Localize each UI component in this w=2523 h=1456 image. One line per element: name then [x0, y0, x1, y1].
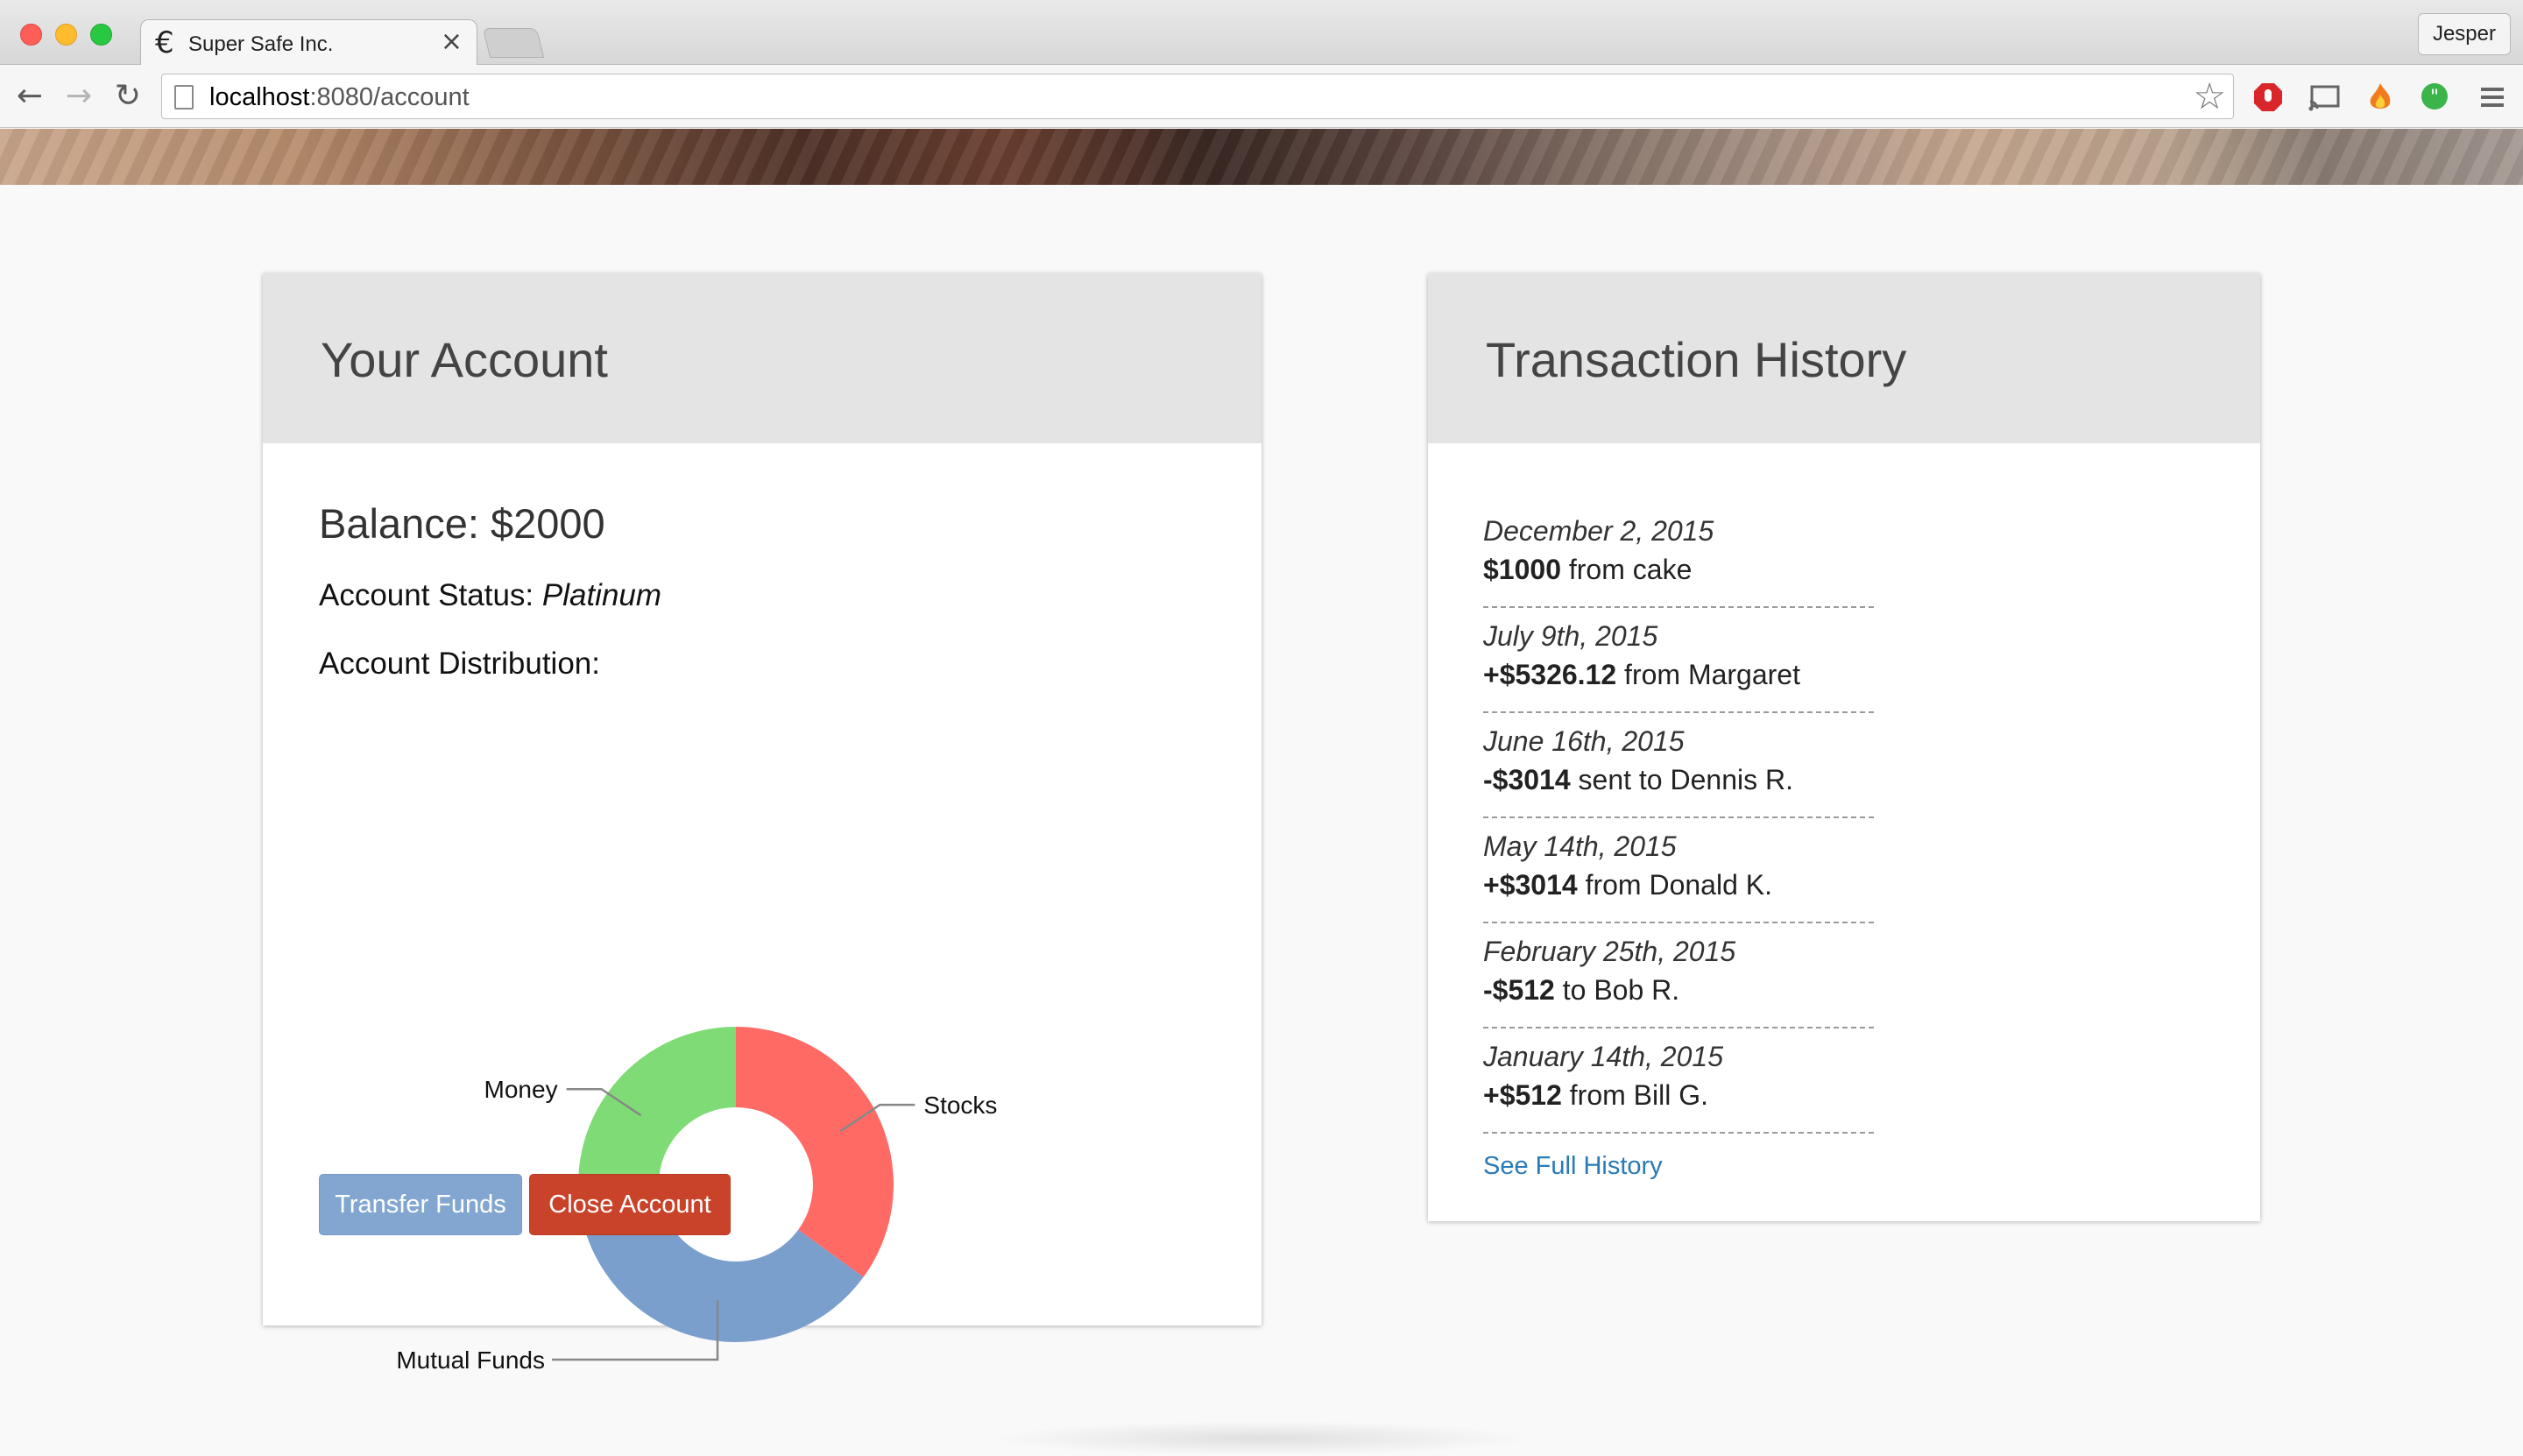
transaction-item: June 16th, 2015 -$3014 sent to Dennis R. [1483, 713, 1874, 818]
transaction-description: +$512 from Bill G. [1483, 1079, 1708, 1112]
address-bar[interactable]: localhost:8080/account ☆ [161, 74, 2234, 119]
donut-label: Money [484, 1076, 558, 1103]
balance-text: Balance: $2000 [319, 500, 605, 547]
browser-toolbar: ← → ↻ localhost:8080/account ☆ " [0, 65, 2523, 128]
back-arrow-icon[interactable]: ← [11, 77, 49, 116]
transaction-amount: +$512 [1483, 1079, 1562, 1111]
browser-tab[interactable]: € Super Safe Inc. × [140, 19, 477, 67]
maximize-window-button[interactable] [90, 24, 112, 46]
tab-title: Super Safe Inc. [188, 32, 334, 56]
status-value: Platinum [541, 578, 662, 612]
browser-titlebar: € Super Safe Inc. × Jesper [0, 0, 2523, 67]
transaction-date: June 16th, 2015 [1483, 725, 1685, 757]
close-account-button[interactable]: Close Account [529, 1174, 731, 1235]
transaction-text: from cake [1560, 554, 1693, 585]
history-card-header: Transaction History [1428, 273, 2260, 443]
transaction-amount: +$3014 [1483, 869, 1578, 901]
close-window-button[interactable] [20, 24, 42, 46]
transaction-date: May 14th, 2015 [1483, 830, 1677, 862]
footer-shadow [990, 1421, 1533, 1456]
donut-slice-stocks [736, 1027, 894, 1277]
donut-label: Stocks [923, 1092, 997, 1119]
transaction-item: February 25th, 2015 -$512 to Bob R. [1483, 923, 1874, 1028]
history-card: Transaction History December 2, 2015 $10… [1428, 273, 2260, 1221]
page-icon [174, 85, 194, 110]
transaction-item: January 14th, 2015 +$512 from Bill G. [1483, 1028, 1874, 1134]
url-host: localhost [209, 83, 310, 111]
transaction-item: May 14th, 2015 +$3014 from Donald K. [1483, 818, 1874, 923]
donut-label: Mutual Funds [396, 1346, 545, 1374]
transaction-description: +$3014 from Donald K. [1483, 869, 1772, 901]
svg-text:": " [2430, 87, 2439, 109]
status-label: Account Status: [319, 578, 542, 612]
adblock-extension-icon[interactable] [2251, 81, 2285, 114]
transaction-description: -$512 to Bob R. [1483, 974, 1679, 1007]
transaction-description: +$5326.12 from Margaret [1483, 659, 1800, 691]
see-full-history-link[interactable]: See Full History [1483, 1152, 1663, 1181]
url-text: localhost:8080/account [209, 83, 470, 112]
transaction-date: February 25th, 2015 [1483, 936, 1736, 967]
evernote-extension-icon[interactable]: " [2418, 81, 2451, 114]
distribution-label: Account Distribution: [319, 647, 600, 681]
transaction-amount: -$512 [1483, 974, 1555, 1006]
new-tab-button[interactable] [482, 28, 545, 58]
account-status: Account Status: Platinum [319, 578, 661, 613]
distribution-donut-chart: Stocks Mutual Funds Money [396, 1027, 997, 1374]
transaction-amount: -$3014 [1483, 764, 1571, 795]
transaction-item: December 2, 2015 $1000 from cake [1483, 503, 1874, 608]
transaction-date: July 9th, 2015 [1483, 620, 1658, 652]
transaction-list: December 2, 2015 $1000 from cake July 9t… [1483, 503, 1874, 1134]
url-path: :8080/account [309, 83, 470, 111]
transfer-funds-button[interactable]: Transfer Funds [319, 1174, 522, 1235]
transaction-description: $1000 from cake [1483, 554, 1692, 586]
transaction-date: December 2, 2015 [1483, 515, 1714, 547]
transaction-text: from Margaret [1616, 659, 1800, 690]
transaction-description: -$3014 sent to Dennis R. [1483, 764, 1793, 796]
transaction-amount: $1000 [1483, 554, 1561, 585]
menu-icon[interactable] [2476, 81, 2509, 114]
transaction-item: July 9th, 2015 +$5326.12 from Margaret [1483, 608, 1874, 713]
cast-icon[interactable] [2307, 81, 2341, 114]
transaction-text: from Bill G. [1561, 1079, 1708, 1111]
flame-extension-icon[interactable] [2364, 81, 2397, 114]
account-card-header: Your Account [263, 273, 1262, 443]
reload-icon[interactable]: ↻ [109, 77, 147, 116]
transaction-amount: +$5326.12 [1483, 659, 1617, 690]
account-card: Your Account Balance: $2000 Account Stat… [263, 273, 1262, 1374]
account-title: Your Account [321, 332, 608, 387]
minimize-window-button[interactable] [55, 24, 77, 46]
history-title: Transaction History [1486, 332, 1907, 387]
profile-button[interactable]: Jesper [2417, 13, 2511, 55]
euro-icon: € [155, 25, 174, 60]
hero-image [0, 129, 2523, 185]
transaction-text: from Donald K. [1577, 869, 1772, 901]
transaction-date: January 14th, 2015 [1483, 1041, 1723, 1072]
bookmark-star-icon[interactable]: ☆ [2193, 76, 2226, 117]
forward-arrow-icon[interactable]: → [60, 77, 98, 116]
transaction-text: to Bob R. [1554, 974, 1680, 1006]
tab-close-icon[interactable]: × [441, 29, 463, 55]
transaction-text: sent to Dennis R. [1570, 764, 1793, 795]
